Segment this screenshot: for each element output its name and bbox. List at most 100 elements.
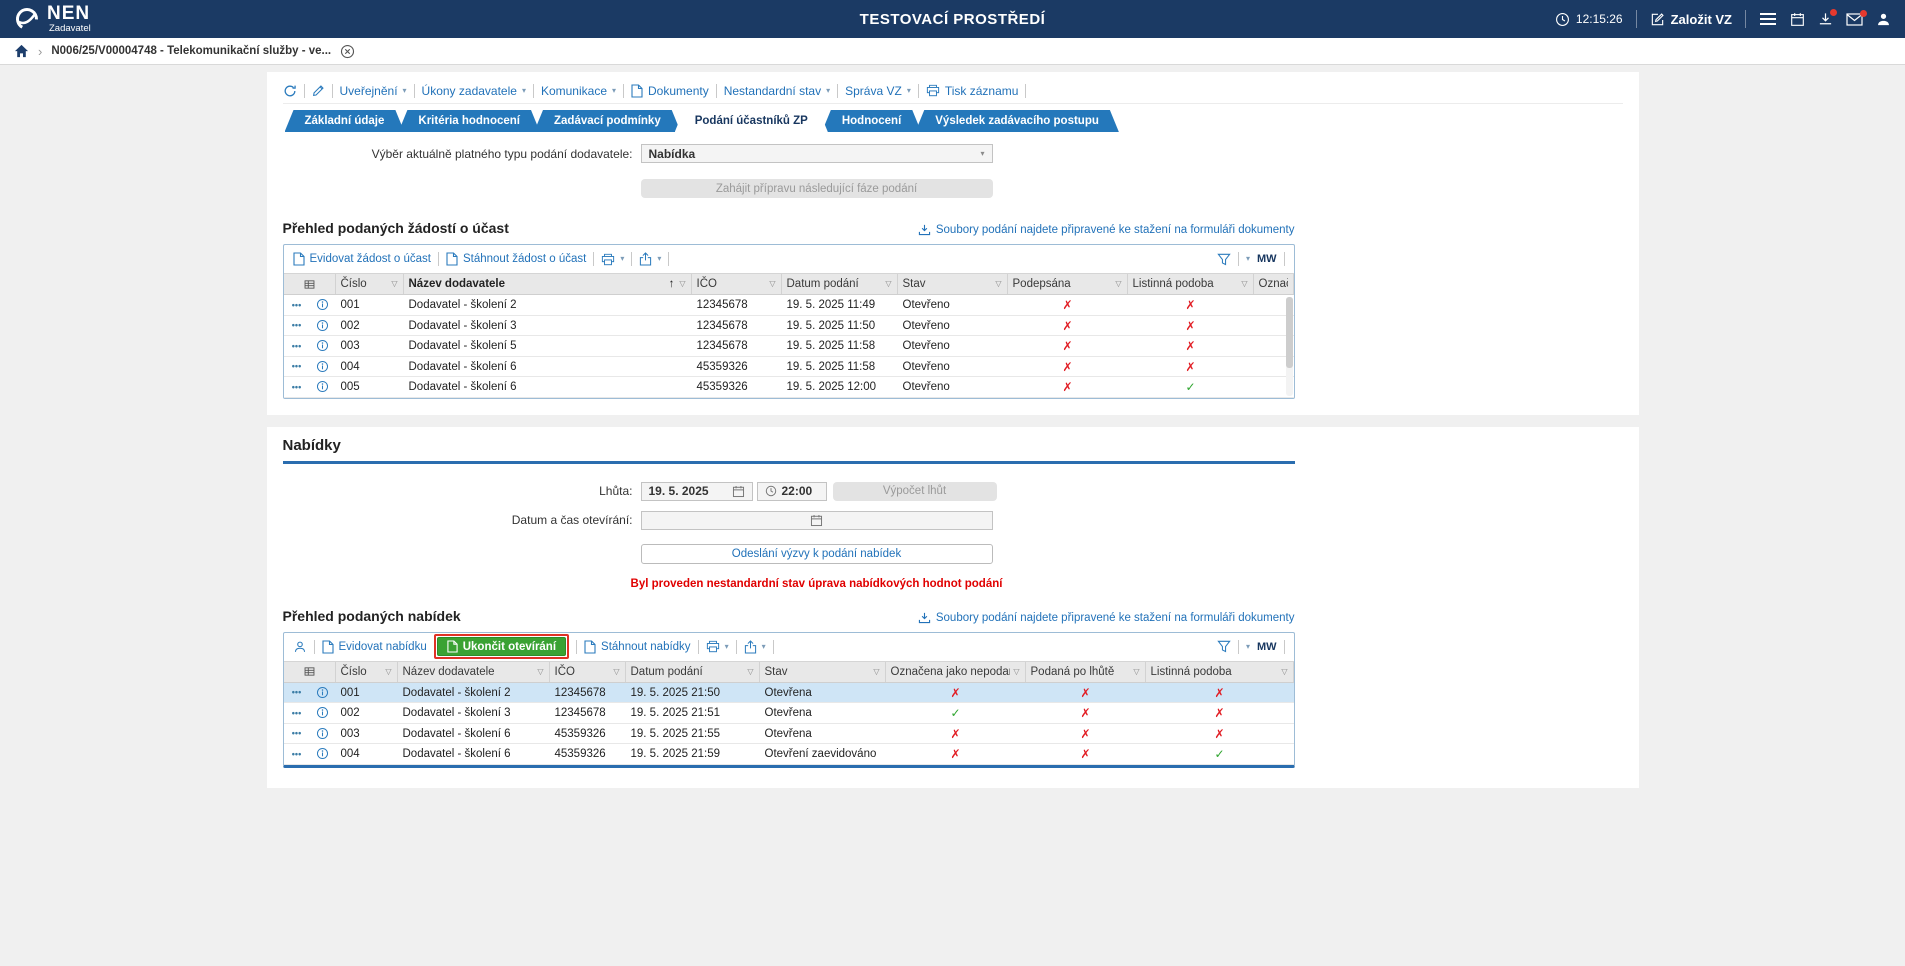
export-table-button[interactable]: ▾ — [639, 252, 661, 266]
calc-deadlines-button[interactable]: Výpočet lhůt — [833, 482, 997, 501]
send-call-for-offers-button[interactable]: Odeslání výzvy k podání nabídek — [641, 544, 993, 564]
column-header-stav[interactable]: Stav▽ — [898, 274, 1008, 294]
menu-uverejneni[interactable]: Uveřejnění▾ — [340, 84, 407, 98]
download-request-button[interactable]: Stáhnout žádost o účast — [446, 252, 586, 266]
select-rows-icon[interactable] — [284, 274, 336, 294]
row-info-icon[interactable] — [310, 724, 336, 744]
edit-icon[interactable] — [312, 84, 325, 97]
table-scrollbar[interactable] — [1286, 297, 1293, 396]
filter-caret-icon[interactable]: ▽ — [385, 662, 391, 682]
filter-caret-icon[interactable]: ▽ — [769, 274, 775, 294]
filter-caret-icon[interactable]: ▽ — [679, 274, 685, 294]
filter-caret-icon[interactable]: ▽ — [1013, 662, 1019, 682]
register-offer-button[interactable]: Evidovat nabídku — [322, 640, 427, 654]
close-record-icon[interactable] — [340, 44, 355, 59]
nen-logo-icon[interactable] — [14, 6, 40, 32]
menu-icon[interactable] — [1759, 12, 1777, 26]
tab-zakladni-udaje[interactable]: Základní údaje — [285, 110, 405, 132]
row-info-icon[interactable] — [310, 316, 336, 336]
row-menu-button[interactable]: ••• — [284, 703, 310, 723]
column-header-stav[interactable]: Stav▽ — [760, 662, 886, 682]
column-header-oznacena_jako_nepodana[interactable]: Označena jako nepodaná▽ — [886, 662, 1026, 682]
row-menu-button[interactable]: ••• — [284, 377, 310, 397]
menu-dokumenty[interactable]: Dokumenty — [631, 84, 709, 98]
download-offers-button[interactable]: Stáhnout nabídky — [584, 640, 691, 654]
history-icon[interactable] — [283, 84, 297, 98]
tab-podani-ucastniku-zp[interactable]: Podání účastníků ZP — [675, 110, 828, 132]
offers-download-link[interactable]: Soubory podání najdete připravené ke sta… — [918, 612, 1295, 624]
export-table-button[interactable]: ▾ — [744, 640, 766, 654]
menu-ukony-zadavatele[interactable]: Úkony zadavatele▾ — [422, 84, 526, 98]
table-row[interactable]: •••004Dodavatel - školení 64535932619. 5… — [284, 357, 1294, 378]
row-info-icon[interactable] — [310, 744, 336, 764]
filter-caret-icon[interactable]: ▽ — [885, 274, 891, 294]
home-icon[interactable] — [14, 44, 29, 58]
calendar-icon[interactable] — [810, 514, 823, 527]
menu-sprava-vz[interactable]: Správa VZ▾ — [845, 84, 911, 98]
mw-view-label[interactable]: MW — [1257, 253, 1277, 265]
breadcrumb-record-link[interactable]: N006/25/V00004748 - Telekomunikační služ… — [51, 45, 331, 57]
filter-button[interactable] — [1217, 253, 1231, 266]
tab-vysledek-zadavaciho-postupu[interactable]: Výsledek zadávacího postupu — [915, 110, 1119, 132]
tab-hodnoceni[interactable]: Hodnocení — [822, 110, 921, 132]
register-request-button[interactable]: Evidovat žádost o účast — [293, 252, 431, 266]
deadline-time-input[interactable]: 22:00 — [757, 482, 827, 501]
filing-type-select[interactable]: Nabídka ▾ — [641, 144, 993, 163]
mw-view-label[interactable]: MW — [1257, 641, 1277, 653]
calendar-icon[interactable] — [1790, 12, 1805, 27]
filter-caret-icon[interactable]: ▽ — [391, 274, 397, 294]
tab-zadavaci-podminky[interactable]: Zadávací podmínky — [534, 110, 681, 132]
create-vz-button[interactable]: Založit VZ — [1650, 12, 1732, 27]
calendar-icon[interactable] — [732, 485, 745, 498]
filter-caret-icon[interactable]: ▽ — [747, 662, 753, 682]
row-menu-button[interactable]: ••• — [284, 683, 310, 703]
table-row[interactable]: •••001Dodavatel - školení 21234567819. 5… — [284, 683, 1294, 704]
table-row[interactable]: •••002Dodavatel - školení 31234567819. 5… — [284, 703, 1294, 724]
table-row[interactable]: •••005Dodavatel - školení 64535932619. 5… — [284, 377, 1294, 398]
column-header-listinna_podoba[interactable]: Listinná podoba▽ — [1146, 662, 1294, 682]
downloads-icon[interactable] — [1818, 12, 1833, 27]
finish-opening-button[interactable]: Ukončit otevírání — [437, 637, 566, 656]
row-info-icon[interactable] — [310, 683, 336, 703]
menu-tisk-zaznamu[interactable]: Tisk záznamu — [926, 84, 1019, 98]
column-header-oznacena[interactable]: Označ — [1254, 274, 1294, 294]
column-header-cislo[interactable]: Číslo▽ — [336, 662, 398, 682]
row-menu-button[interactable]: ••• — [284, 336, 310, 356]
table-row[interactable]: •••002Dodavatel - školení 31234567819. 5… — [284, 316, 1294, 337]
row-menu-button[interactable]: ••• — [284, 724, 310, 744]
requests-download-link[interactable]: Soubory podání najdete připravené ke sta… — [918, 224, 1295, 236]
filter-caret-icon[interactable]: ▽ — [1281, 662, 1287, 682]
column-header-ico[interactable]: IČO▽ — [692, 274, 782, 294]
menu-nestandardni-stav[interactable]: Nestandardní stav▾ — [724, 84, 830, 98]
row-info-icon[interactable] — [310, 336, 336, 356]
start-next-phase-button[interactable]: Zahájit přípravu následující fáze podání — [641, 179, 993, 198]
menu-komunikace[interactable]: Komunikace▾ — [541, 84, 616, 98]
print-table-button[interactable]: ▾ — [601, 253, 624, 266]
row-menu-button[interactable]: ••• — [284, 744, 310, 764]
row-menu-button[interactable]: ••• — [284, 357, 310, 377]
opening-datetime-input[interactable] — [641, 511, 993, 530]
column-header-nazev_dodavatele[interactable]: Název dodavatele▽ — [398, 662, 550, 682]
filter-caret-icon[interactable]: ▽ — [995, 274, 1001, 294]
column-header-cislo[interactable]: Číslo▽ — [336, 274, 404, 294]
column-header-ico[interactable]: IČO▽ — [550, 662, 626, 682]
filter-caret-icon[interactable]: ▽ — [613, 662, 619, 682]
deadline-date-input[interactable]: 19. 5. 2025 — [641, 482, 753, 501]
column-header-datum_podani[interactable]: Datum podání▽ — [626, 662, 760, 682]
filter-caret-icon[interactable]: ▽ — [537, 662, 543, 682]
row-info-icon[interactable] — [310, 357, 336, 377]
table-row[interactable]: •••003Dodavatel - školení 51234567819. 5… — [284, 336, 1294, 357]
messages-icon[interactable] — [1846, 13, 1863, 26]
row-menu-button[interactable]: ••• — [284, 316, 310, 336]
filter-caret-icon[interactable]: ▽ — [1241, 274, 1247, 294]
print-table-button[interactable]: ▾ — [706, 640, 729, 653]
row-info-icon[interactable] — [310, 295, 336, 315]
filter-button[interactable] — [1217, 640, 1231, 653]
select-rows-icon[interactable] — [284, 662, 336, 682]
filter-caret-icon[interactable]: ▽ — [873, 662, 879, 682]
column-header-podana_po_lhute[interactable]: Podaná po lhůtě▽ — [1026, 662, 1146, 682]
column-header-datum_podani[interactable]: Datum podání▽ — [782, 274, 898, 294]
row-info-icon[interactable] — [310, 377, 336, 397]
table-row[interactable]: •••001Dodavatel - školení 21234567819. 5… — [284, 295, 1294, 316]
filter-caret-icon[interactable]: ▽ — [1115, 274, 1121, 294]
